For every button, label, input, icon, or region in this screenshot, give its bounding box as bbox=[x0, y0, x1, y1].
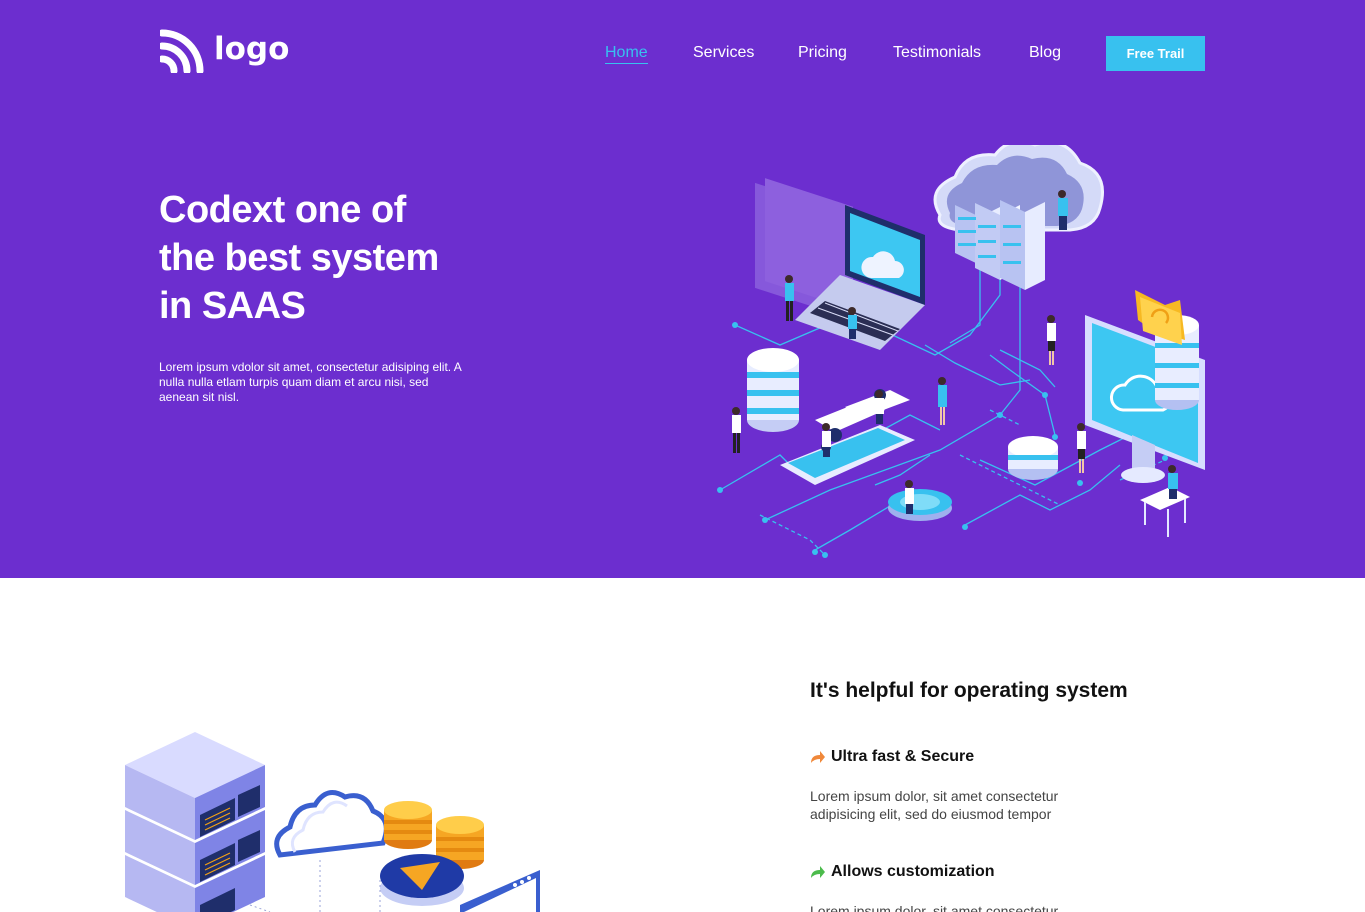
hero-title-line: the best system bbox=[159, 237, 439, 279]
nav-item-services[interactable]: Services bbox=[693, 43, 754, 63]
free-trial-button[interactable]: Free Trail bbox=[1106, 36, 1205, 71]
hero-section: logo Home Services Pricing Testimonials … bbox=[0, 0, 1365, 578]
feature-title: Allows customization bbox=[831, 863, 995, 880]
features-section-title: It's helpful for operating system bbox=[810, 679, 1128, 702]
feature-item: Ultra fast & Secure Lorem ipsum dolor, s… bbox=[810, 747, 1110, 823]
feature-item: Allows customization Lorem ipsum dolor, … bbox=[810, 862, 1110, 912]
share-arrow-icon bbox=[811, 866, 825, 878]
nav-item-blog[interactable]: Blog bbox=[1029, 43, 1061, 63]
nav-item-testimonials[interactable]: Testimonials bbox=[893, 43, 981, 63]
feature-description: Lorem ipsum dolor, sit amet consectetur … bbox=[810, 788, 1059, 822]
server-stack-illustration bbox=[125, 732, 540, 912]
feature-heading: Ultra fast & Secure bbox=[810, 747, 1110, 767]
brand-name: logo bbox=[214, 30, 290, 67]
brand-logo[interactable]: logo bbox=[160, 29, 289, 73]
wifi-signal-icon bbox=[160, 29, 204, 73]
feature-title: Ultra fast & Secure bbox=[831, 748, 975, 765]
cloud-network-illustration bbox=[717, 145, 1205, 558]
hero-title-line: in SAAS bbox=[159, 285, 306, 327]
hero-title: Codext one of the best system in SAAS bbox=[159, 186, 499, 330]
feature-description: Lorem ipsum dolor, sit amet consectetur bbox=[810, 903, 1059, 912]
feature-heading: Allows customization bbox=[810, 862, 1110, 882]
share-arrow-icon bbox=[811, 751, 825, 763]
nav-item-pricing[interactable]: Pricing bbox=[798, 43, 847, 63]
hero-description: Lorem ipsum vdolor sit amet, consectetur… bbox=[159, 360, 462, 404]
nav-item-home[interactable]: Home bbox=[605, 43, 648, 64]
hero-title-line: Codext one of bbox=[159, 189, 406, 231]
